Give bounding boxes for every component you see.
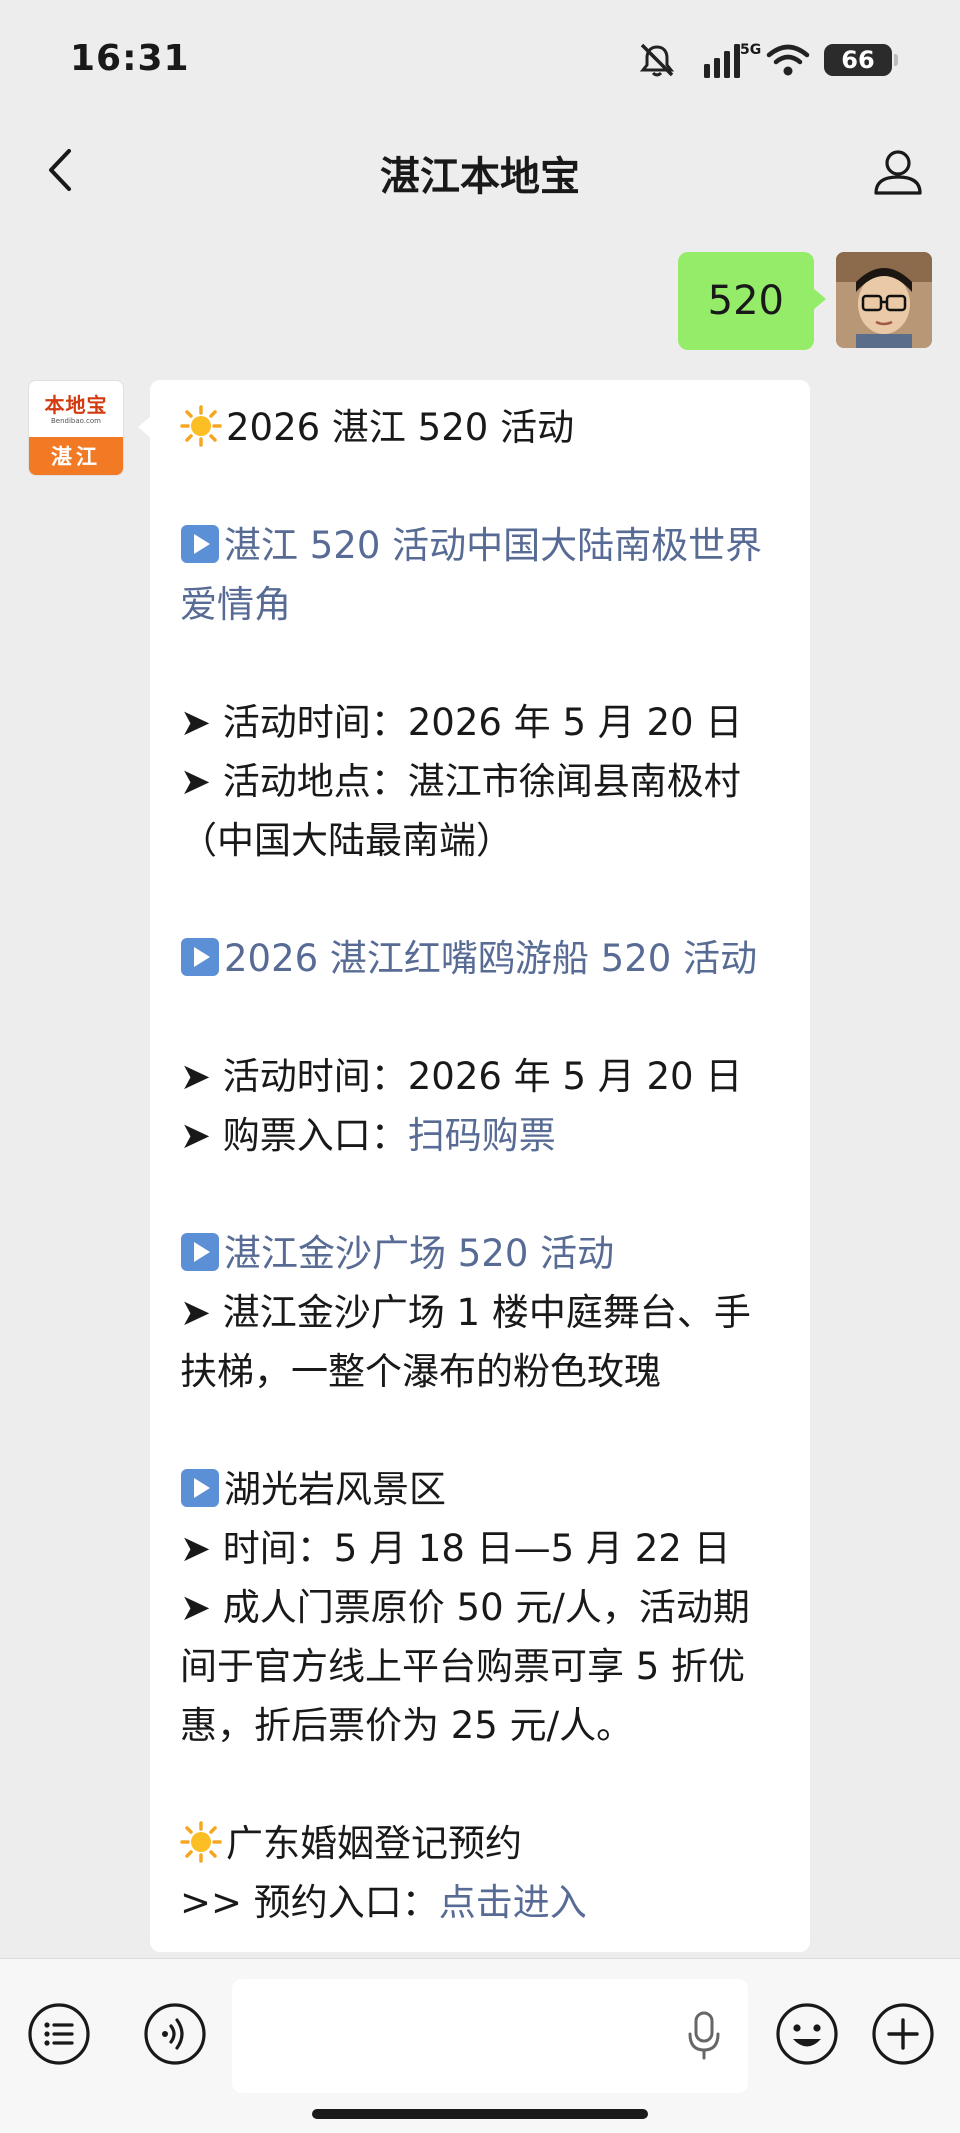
home-indicator[interactable] <box>312 2109 648 2119</box>
play-button-icon <box>181 1469 219 1507</box>
section-link-nanji[interactable]: 湛江 520 活动中国大陆南极世界爱情角 <box>180 516 780 634</box>
chat-area[interactable]: 520 本地宝 Bendibao.com 湛江 2026 湛江 520 活动 湛… <box>0 220 960 1958</box>
ticket-label: ➤ 购票入口： <box>180 1114 408 1157</box>
bot-avatar[interactable]: 本地宝 Bendibao.com 湛江 <box>28 380 124 476</box>
play-button-icon <box>181 525 219 563</box>
section-heading: 湖光岩风景区 <box>224 1468 446 1511</box>
appointment-label: >> 预约入口： <box>180 1881 439 1924</box>
section-heading-huguangyan: 湖光岩风景区 <box>180 1460 780 1519</box>
microphone-button[interactable] <box>672 2003 736 2067</box>
page-title: 湛江本地宝 <box>380 154 580 200</box>
section-heading: 广东婚姻登记预约 <box>226 1822 522 1865</box>
section-detail: ➤ 时间：5 月 18 日—5 月 22 日 <box>180 1527 731 1570</box>
play-button-icon <box>181 938 219 976</box>
sun-icon <box>180 405 222 447</box>
section-heading-marriage: 广东婚姻登记预约 <box>180 1814 780 1873</box>
section-detail: ➤ 湛江金沙广场 1 楼中庭舞台、手扶梯，一整个瀑布的粉色玫瑰 <box>180 1291 751 1393</box>
section-heading: 湛江 520 活动中国大陆南极世界爱情角 <box>180 524 763 626</box>
voice-icon <box>144 2003 206 2065</box>
section-detail: ➤ 活动时间：2026 年 5 月 20 日 <box>180 701 743 744</box>
section-detail: ➤ 成人门票原价 50 元/人，活动期间于官方线上平台购票可享 5 折优惠，折后… <box>180 1586 750 1747</box>
sun-icon <box>180 1821 222 1863</box>
section-detail: ➤ 购票入口：扫码购票 <box>180 1106 780 1165</box>
plus-icon <box>872 2003 934 2065</box>
logo-domain: Bendibao.com <box>50 416 101 425</box>
title-text: 2026 湛江 520 活动 <box>226 406 575 449</box>
list-icon <box>28 2003 90 2065</box>
input-bar <box>0 1958 960 2133</box>
network-type: 5G <box>740 42 762 58</box>
section-link-jinsha[interactable]: 湛江金沙广场 520 活动 <box>180 1224 780 1283</box>
status-icons: 5G 66 <box>638 36 898 84</box>
mute-icon <box>638 42 676 78</box>
user-avatar-image <box>836 252 932 348</box>
user-avatar[interactable] <box>836 252 932 348</box>
section-detail: ➤ 活动时间：2026 年 5 月 20 日 <box>180 1055 743 1098</box>
more-button[interactable] <box>868 1999 938 2069</box>
logo-text: 本地宝 <box>44 392 108 417</box>
message-title: 2026 湛江 520 活动 <box>180 398 780 457</box>
emoji-button[interactable] <box>772 1999 842 2069</box>
voice-button[interactable] <box>140 1999 210 2069</box>
user-message-bubble[interactable]: 520 <box>677 252 827 350</box>
appointment-link[interactable]: 点击进入 <box>439 1881 587 1924</box>
nav-bar: 湛江本地宝 <box>0 120 960 220</box>
back-button[interactable] <box>30 140 90 200</box>
chevron-left-icon <box>49 149 71 191</box>
person-icon <box>874 150 922 195</box>
section-link-boat[interactable]: 2026 湛江红嘴鸥游船 520 活动 <box>180 929 780 988</box>
bot-message-bubble: 2026 湛江 520 活动 湛江 520 活动中国大陆南极世界爱情角 ➤ 活动… <box>138 380 810 1952</box>
logo-city: 湛江 <box>29 437 123 475</box>
user-message-row: 520 <box>677 252 932 350</box>
bendibao-logo: 本地宝 Bendibao.com <box>29 381 123 437</box>
wifi-icon <box>766 43 810 77</box>
section-detail: >> 预约入口：点击进入 <box>180 1873 780 1932</box>
signal-icon: 5G <box>690 40 761 80</box>
emoji-icon <box>776 2003 838 2065</box>
microphone-icon <box>688 2011 720 2060</box>
section-heading: 湛江金沙广场 520 活动 <box>224 1232 615 1275</box>
menu-button[interactable] <box>24 1999 94 2069</box>
buy-ticket-link[interactable]: 扫码购票 <box>408 1114 556 1157</box>
status-time: 16:31 <box>70 38 190 79</box>
status-bar: 16:31 5G 66 <box>0 0 960 120</box>
section-heading: 2026 湛江红嘴鸥游船 520 活动 <box>224 937 758 980</box>
battery-icon: 66 <box>824 44 898 76</box>
section-detail: ➤ 活动地点：湛江市徐闻县南极村（中国大陆最南端） <box>180 760 741 862</box>
profile-button[interactable] <box>866 140 930 204</box>
message-input[interactable] <box>232 1979 748 2093</box>
play-button-icon <box>181 1233 219 1271</box>
bot-message-row: 本地宝 Bendibao.com 湛江 2026 湛江 520 活动 湛江 52… <box>28 380 810 1952</box>
